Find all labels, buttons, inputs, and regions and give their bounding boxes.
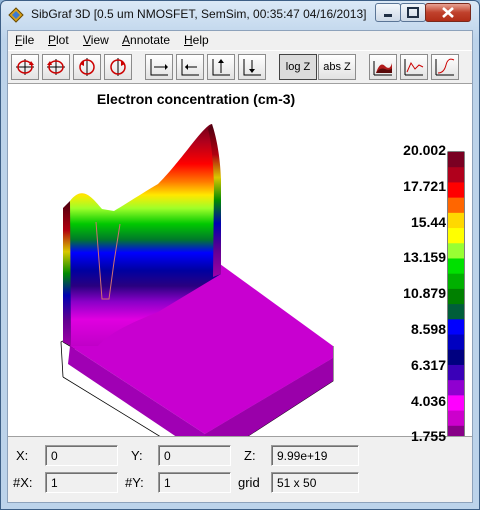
rotate-y-icon <box>47 59 65 75</box>
ny-label: #Y: <box>125 475 144 490</box>
colorbar-swatch <box>448 380 464 396</box>
colorbar-swatch <box>448 243 464 259</box>
profile-x-icon <box>404 59 424 76</box>
x-label: X: <box>16 448 29 463</box>
close-icon <box>442 7 454 18</box>
colorbar-tick-label: 6.317 <box>410 356 446 373</box>
colorbar-swatch <box>448 212 464 229</box>
colorbar-swatch <box>448 304 464 320</box>
profile-x-button[interactable] <box>400 54 428 80</box>
axis-z-up-icon <box>212 59 230 76</box>
surface-plot[interactable] <box>8 84 384 436</box>
colorbar-swatch <box>448 364 464 381</box>
colorbar-tick-label: 17.721 <box>403 177 446 194</box>
profile-y-icon <box>435 58 455 76</box>
rotate-y-button[interactable] <box>42 54 70 80</box>
menu-view[interactable]: View <box>83 33 109 47</box>
axis-z-down-button[interactable] <box>238 54 266 80</box>
ny-field: 1 <box>158 472 231 493</box>
colorbar-tick-label: 8.598 <box>410 321 446 337</box>
rotate-x-icon <box>16 59 34 75</box>
grid-field: 51 x 50 <box>271 472 359 493</box>
client-area: File Plot View Annotate Help log Z abs Z… <box>7 30 473 503</box>
colorbar-swatch <box>448 288 464 305</box>
surface-wall-front <box>63 201 71 346</box>
title-bar[interactable]: SibGraf 3D [0.5 um NMOSFET, SemSim, 00:3… <box>1 1 479 29</box>
app-icon <box>8 7 24 23</box>
menu-help[interactable]: Help <box>184 33 209 47</box>
rotate-z-icon <box>79 58 95 76</box>
colorbar-swatch <box>448 319 464 336</box>
surface-view-icon <box>373 61 392 76</box>
rotate-z-button[interactable] <box>73 54 101 80</box>
x-field: 0 <box>45 445 118 466</box>
nx-label: #X: <box>13 475 33 490</box>
colorbar-tick-label: 4.036 <box>410 392 446 409</box>
colorbar-tick-label: 13.159 <box>403 249 446 266</box>
rotate-z-reverse-button[interactable] <box>104 54 132 80</box>
app-window: SibGraf 3D [0.5 um NMOSFET, SemSim, 00:3… <box>0 0 480 510</box>
axis-x-right-button[interactable] <box>145 54 173 80</box>
colorbar-tick-label: 20.002 <box>403 142 446 158</box>
colorbar-tick-label: 10.879 <box>403 285 446 302</box>
close-button[interactable] <box>425 3 471 22</box>
colorbar-swatch <box>448 228 464 244</box>
maximize-icon <box>407 7 419 18</box>
z-label: Z: <box>244 448 256 463</box>
colorbar-swatch <box>448 152 464 168</box>
axis-z-up-button[interactable] <box>207 54 235 80</box>
colorbar-swatch <box>448 197 464 214</box>
colorbar-tick-label: 15.44 <box>410 213 446 230</box>
axis-x-right-icon <box>150 59 168 76</box>
maximize-button[interactable] <box>400 3 426 22</box>
axis-x-left-button[interactable] <box>176 54 204 80</box>
z-field: 9.99e+19 <box>271 445 359 466</box>
menu-annotate[interactable]: Annotate <box>122 33 170 47</box>
colorbar-swatch <box>448 334 464 351</box>
surface-view-button[interactable] <box>369 54 397 80</box>
menu-plot[interactable]: Plot <box>48 33 69 47</box>
minimize-button[interactable] <box>375 3 401 22</box>
menu-bar: File Plot View Annotate Help <box>8 31 472 49</box>
profile-y-button[interactable] <box>431 54 459 80</box>
axis-z-down-icon <box>243 59 261 76</box>
colorbar-swatch <box>448 167 464 183</box>
toolbar: log Z abs Z <box>8 50 472 83</box>
status-bar: X: 0 Y: 0 Z: 9.99e+19 #X: 1 #Y: 1 grid 5… <box>8 436 472 502</box>
abs-z-button[interactable]: abs Z <box>318 54 356 80</box>
log-z-button[interactable]: log Z <box>279 54 317 80</box>
grid-label: grid <box>238 475 260 490</box>
colorbar-swatch <box>448 182 464 199</box>
colorbar-swatch <box>448 258 464 275</box>
axis-x-left-icon <box>181 59 199 76</box>
rotate-z-reverse-icon <box>110 58 126 76</box>
y-field: 0 <box>158 445 231 466</box>
plot-area[interactable]: Electron concentration (cm-3) 20.002 17.… <box>8 83 472 444</box>
colorbar-swatch <box>448 349 464 366</box>
colorbar-swatch <box>448 425 464 436</box>
colorbar-swatch <box>448 395 464 412</box>
rotate-x-button[interactable] <box>11 54 39 80</box>
colorbar-swatch <box>448 273 464 290</box>
nx-field: 1 <box>45 472 118 493</box>
window-title: SibGraf 3D [0.5 um NMOSFET, SemSim, 00:3… <box>31 7 367 21</box>
menu-file[interactable]: File <box>15 33 34 47</box>
minimize-icon <box>384 14 392 17</box>
y-label: Y: <box>131 448 143 463</box>
colorbar-swatch <box>448 410 464 427</box>
